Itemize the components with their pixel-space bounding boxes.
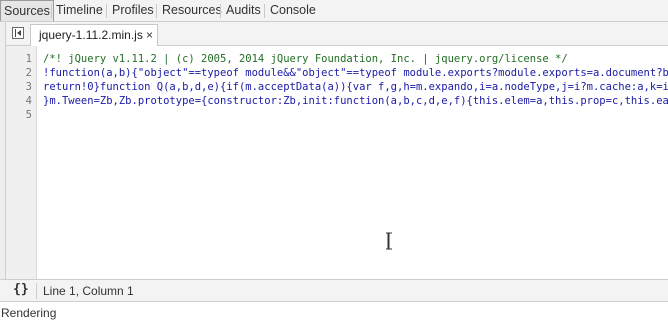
tab-resources[interactable]: Resources: [162, 0, 222, 21]
tab-sources[interactable]: Sources: [0, 0, 54, 21]
close-icon[interactable]: ×: [146, 25, 153, 45]
tab-separator: [220, 4, 221, 18]
line-number: 4: [25, 95, 32, 107]
cursor-position: Line 1, Column 1: [43, 284, 134, 298]
line-number: 3: [25, 81, 32, 93]
text-cursor-icon: [386, 232, 392, 250]
code-editor[interactable]: 1 2 3 4 5 /*! jQuery v1.11.2 | (c) 2005,…: [6, 46, 668, 279]
drawer-tab-rendering[interactable]: Rendering: [1, 306, 56, 320]
tab-separator: [156, 4, 157, 18]
navigator-toggle-icon[interactable]: [12, 27, 24, 39]
tab-audits[interactable]: Audits: [226, 0, 261, 21]
drawer-header: Rendering: [0, 302, 668, 329]
tab-timeline[interactable]: Timeline: [56, 0, 103, 21]
file-tab-label: jquery-1.11.2.min.js: [39, 28, 143, 42]
editor-tab-bar: jquery-1.11.2.min.js ×: [6, 22, 668, 46]
tab-console[interactable]: Console: [270, 0, 316, 21]
code-line: return!0}function Q(a,b,d,e){if(m.accept…: [43, 81, 668, 93]
editor-file-tab[interactable]: jquery-1.11.2.min.js ×: [30, 24, 158, 46]
code-line: /*! jQuery v1.11.2 | (c) 2005, 2014 jQue…: [43, 53, 568, 65]
tab-profiles[interactable]: Profiles: [112, 0, 154, 21]
code-line: }m.Tween=Zb,Zb.prototype={constructor:Zb…: [43, 95, 668, 107]
line-number: 1: [25, 53, 32, 65]
devtools-panel-tabs: Sources Timeline Profiles Resources Audi…: [0, 0, 668, 22]
tab-separator: [51, 4, 52, 18]
status-divider: [36, 283, 37, 299]
pretty-print-button[interactable]: {}: [13, 282, 29, 297]
tab-separator: [106, 4, 107, 18]
line-number: 2: [25, 67, 32, 79]
line-number: 5: [25, 109, 32, 121]
editor-status-bar: {} Line 1, Column 1: [0, 279, 668, 302]
code-line: !function(a,b){"object"==typeof module&&…: [43, 67, 668, 79]
line-number-gutter: 1 2 3 4 5: [6, 46, 37, 279]
tab-separator: [264, 4, 265, 18]
